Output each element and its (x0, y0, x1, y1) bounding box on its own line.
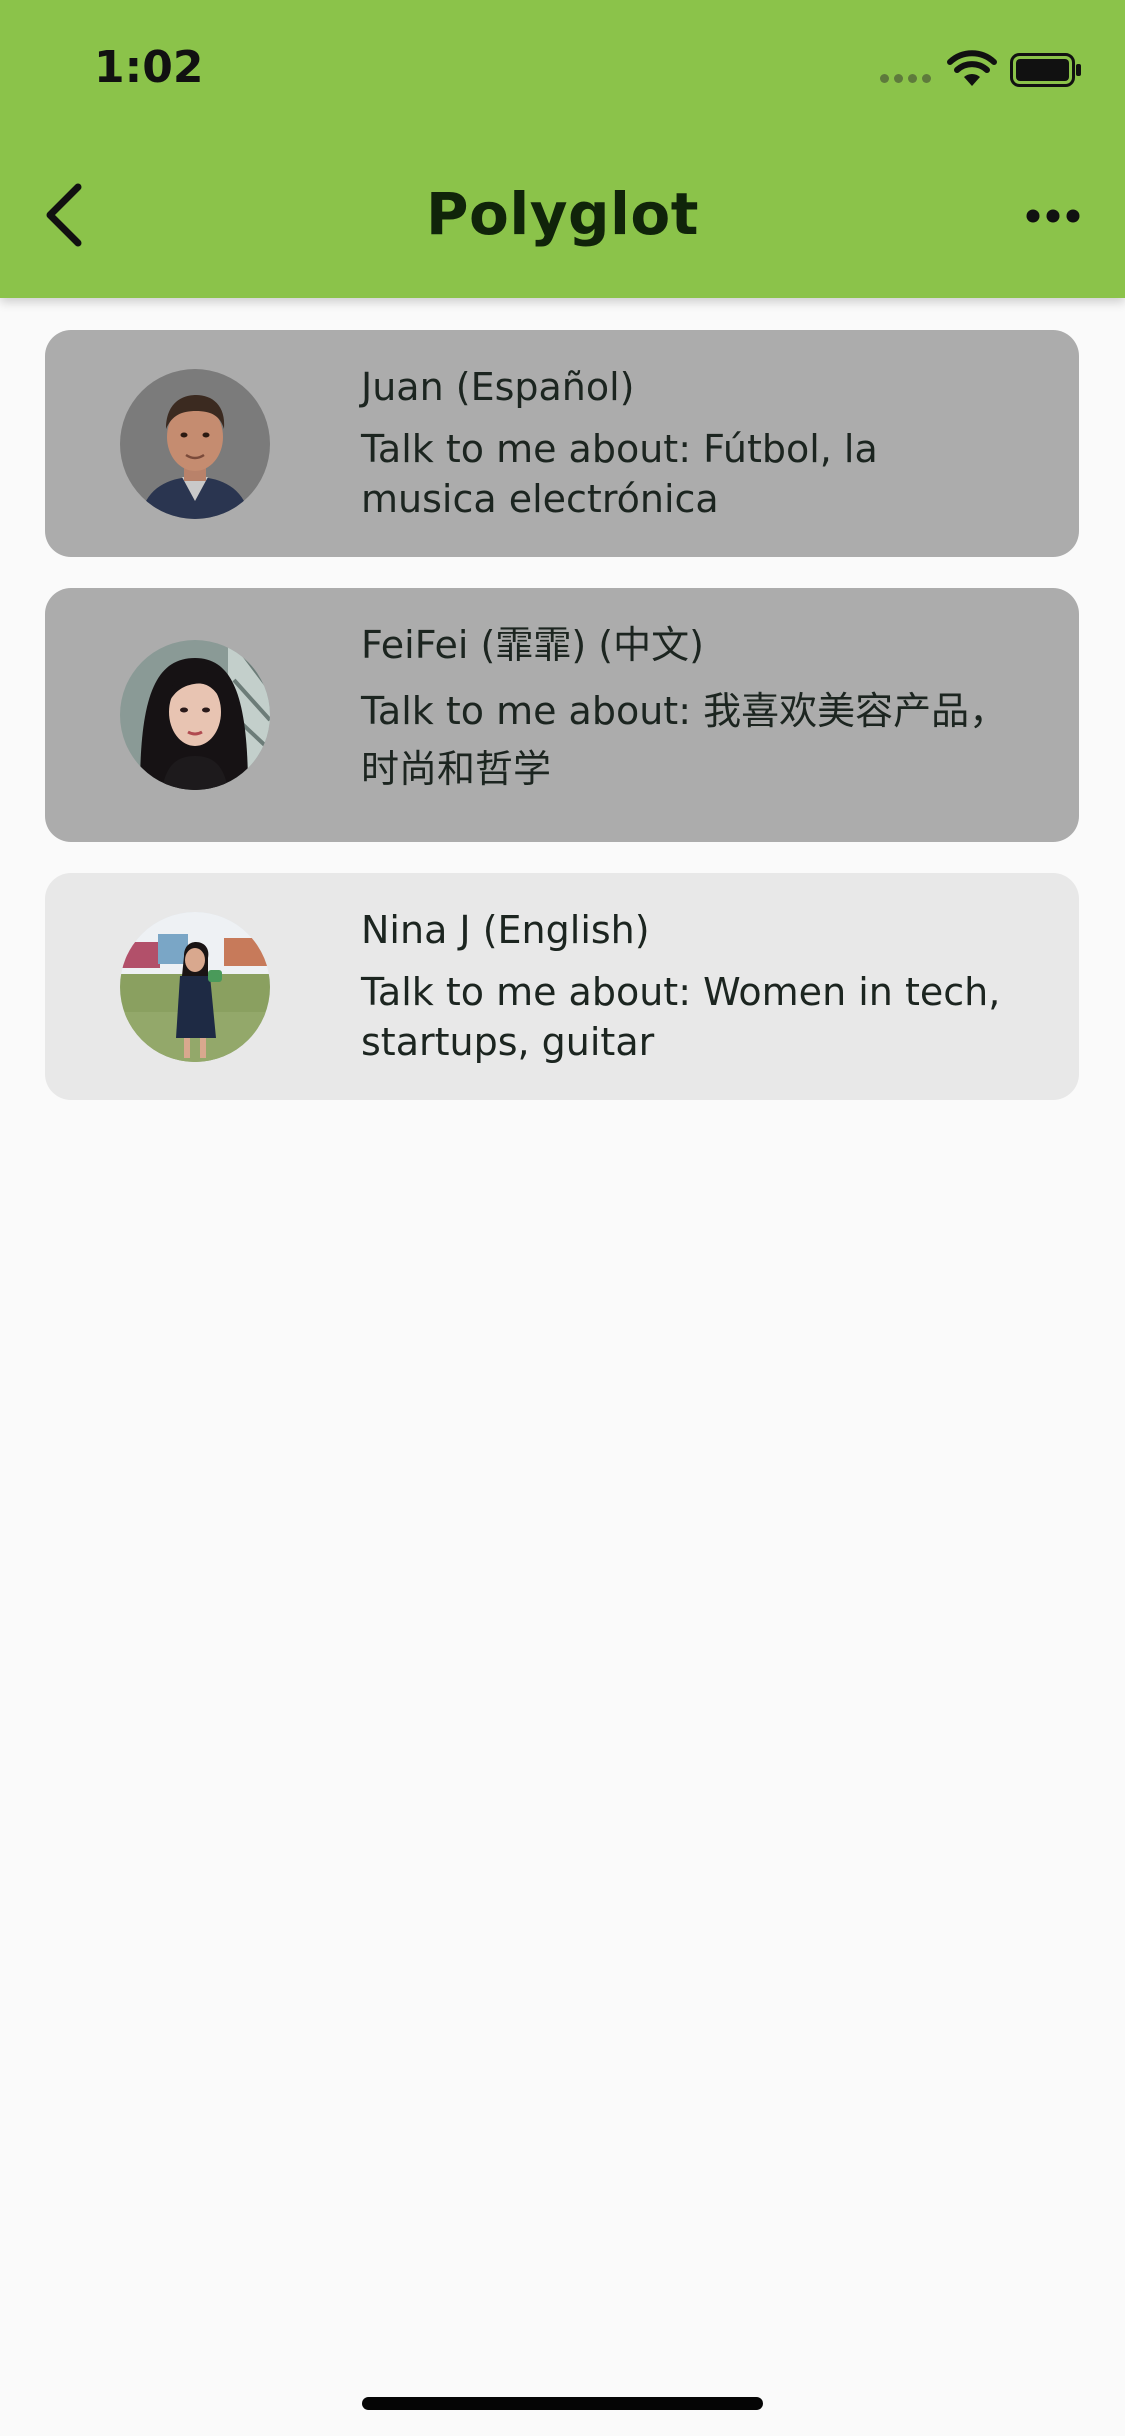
battery-icon (1010, 53, 1081, 87)
speaker-topics: Talk to me about: 我喜欢美容产品，时尚和哲学 (361, 689, 1008, 791)
avatar-photo-man (120, 369, 270, 519)
avatar-photo-woman (120, 640, 270, 790)
speaker-card-feifei[interactable]: FeiFei (霏霏) (中文) Talk to me about: 我喜欢美容… (45, 588, 1079, 842)
wifi-icon (947, 50, 997, 86)
speaker-name: FeiFei (霏霏) (中文) (361, 623, 704, 667)
home-indicator[interactable] (362, 2397, 763, 2410)
speaker-info: Juan (Español) Talk to me about: Fútbol,… (361, 362, 1019, 524)
speaker-topics: Talk to me about: Fútbol, la musica elec… (361, 427, 878, 521)
speaker-topics: Talk to me about: Women in tech, startup… (361, 970, 1001, 1064)
avatar-photo-woman-outdoors (120, 912, 270, 1062)
speaker-card-nina[interactable]: Nina J (English) Talk to me about: Women… (45, 873, 1079, 1100)
more-horizontal-icon (1026, 209, 1080, 223)
app-bar: 1:02 Polyglot (0, 0, 1125, 298)
speaker-name: Nina J (English) (361, 908, 650, 952)
avatar (120, 640, 270, 790)
avatar (120, 912, 270, 1062)
cellular-signal-icon (880, 74, 934, 84)
speaker-list: Juan (Español) Talk to me about: Fútbol,… (45, 330, 1079, 1131)
speaker-name: Juan (Español) (361, 365, 635, 409)
more-options-button[interactable] (1018, 190, 1088, 242)
avatar (120, 369, 270, 519)
speaker-info: Nina J (English) Talk to me about: Women… (361, 905, 1019, 1067)
status-time: 1:02 (94, 42, 204, 93)
speaker-card-juan[interactable]: Juan (Español) Talk to me about: Fútbol,… (45, 330, 1079, 557)
speaker-info: FeiFei (霏霏) (中文) Talk to me about: 我喜欢美容… (361, 620, 1019, 798)
page-title: Polyglot (425, 180, 699, 248)
